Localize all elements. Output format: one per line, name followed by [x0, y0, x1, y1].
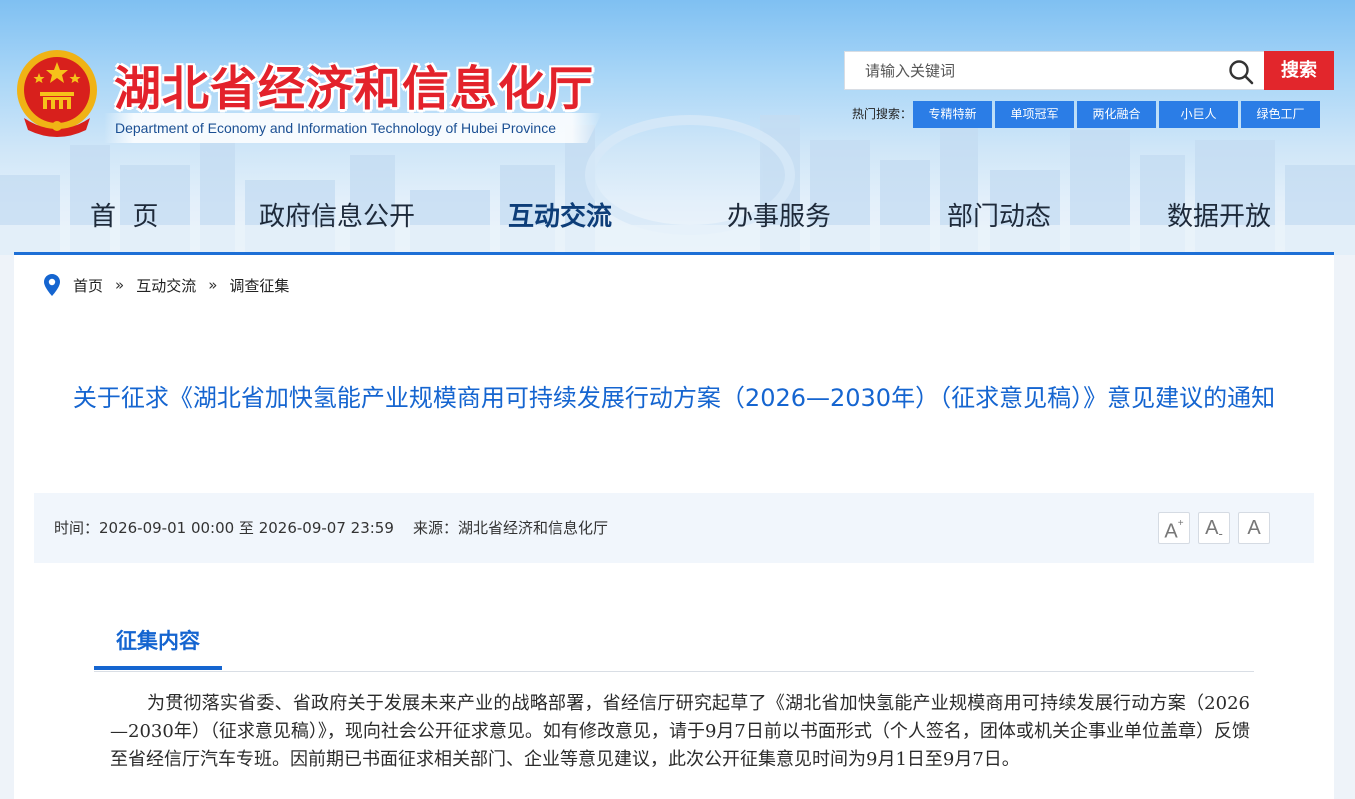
section-tab-content[interactable]: 征集内容 [94, 620, 222, 670]
font-decrease-button[interactable]: A- [1198, 512, 1230, 544]
breadcrumb-separator: » [115, 276, 125, 294]
article-title: 关于征求《湖北省加快氢能产业规模商用可持续发展行动方案（2026—2030年）（… [72, 384, 1276, 412]
search-icon[interactable] [1228, 59, 1254, 85]
hot-tag-zhuanjing[interactable]: 专精特新 [913, 101, 992, 128]
nav-gov-info[interactable]: 政府信息公开 [259, 192, 415, 242]
search-button[interactable]: 搜索 [1264, 51, 1334, 90]
hot-tag-danxiang[interactable]: 单项冠军 [995, 101, 1074, 128]
font-reset-button[interactable]: A [1238, 512, 1270, 544]
article-body: 为贯彻落实省委、省政府关于发展未来产业的战略部署，省经信厅研究起草了《湖北省加快… [110, 693, 1250, 770]
breadcrumb: 首页 » 互动交流 » 调查征集 [44, 274, 289, 296]
breadcrumb-survey[interactable]: 调查征集 [229, 275, 289, 296]
search-input[interactable] [865, 52, 1225, 89]
nav-interaction[interactable]: 互动交流 [508, 192, 612, 242]
breadcrumb-separator: » [208, 276, 218, 294]
breadcrumb-interaction[interactable]: 互动交流 [136, 275, 196, 296]
section-divider [94, 671, 1254, 672]
main-nav: 首 页 政府信息公开 互动交流 办事服务 部门动态 数据开放 [0, 192, 1355, 242]
location-pin-icon [44, 274, 60, 296]
site-title: 湖北省经济和信息化厅 [114, 62, 594, 117]
breadcrumb-home[interactable]: 首页 [73, 275, 103, 296]
article-meta-bar: 时间：2026-09-01 00:00 至 2026-09-07 23:59 来… [34, 493, 1314, 563]
nav-home[interactable]: 首 页 [90, 192, 159, 242]
font-increase-button[interactable]: A+ [1158, 512, 1190, 544]
nav-services[interactable]: 办事服务 [727, 192, 831, 242]
nav-news[interactable]: 部门动态 [947, 192, 1051, 242]
search-box [844, 51, 1265, 90]
nav-open-data[interactable]: 数据开放 [1167, 192, 1271, 242]
site-subtitle: Department of Economy and Information Te… [104, 113, 602, 143]
hot-search-label: 热门搜索： [852, 107, 913, 121]
hot-tag-lianghua[interactable]: 两化融合 [1077, 101, 1156, 128]
article-meta: 时间：2026-09-01 00:00 至 2026-09-07 23:59 来… [54, 519, 608, 537]
hot-search-tags: 专精特新 单项冠军 两化融合 小巨人 绿色工厂 [913, 101, 1320, 128]
hot-tag-xiaojuren[interactable]: 小巨人 [1159, 101, 1238, 128]
national-emblem-icon [17, 50, 97, 137]
hot-tag-lvse[interactable]: 绿色工厂 [1241, 101, 1320, 128]
